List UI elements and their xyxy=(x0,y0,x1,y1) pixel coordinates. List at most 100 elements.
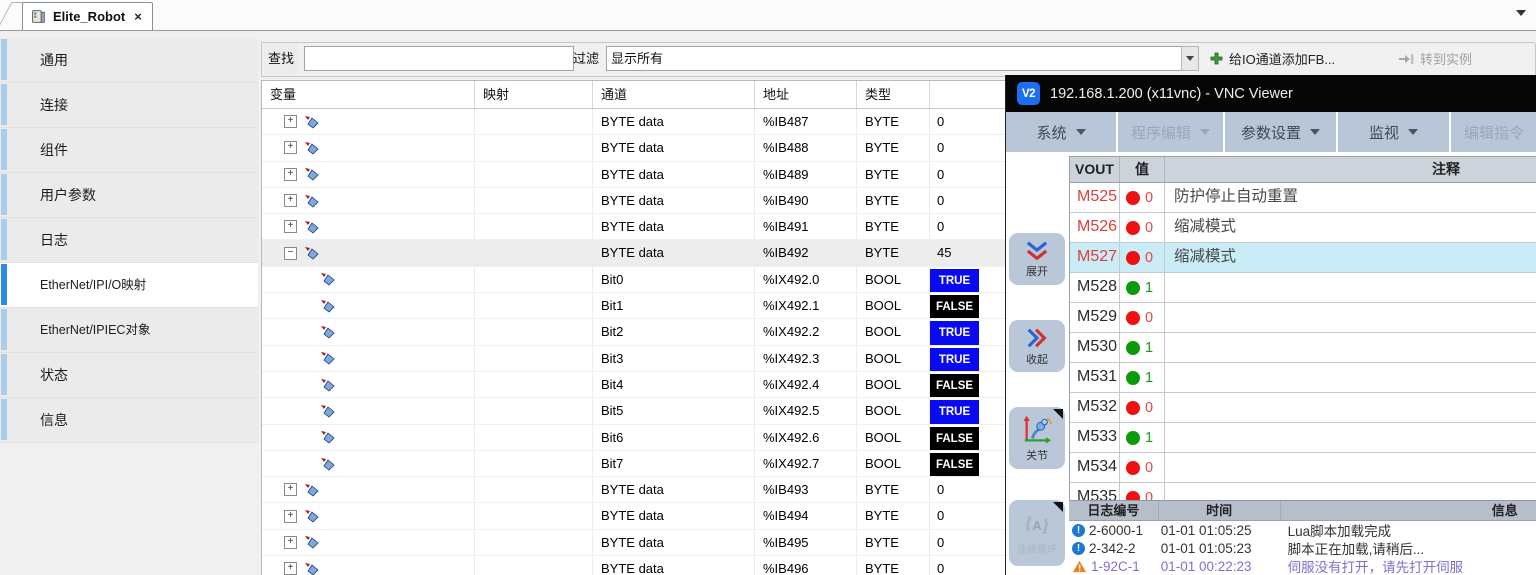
expand-toggle[interactable]: + xyxy=(284,115,297,128)
menu-monitor[interactable]: 监视 xyxy=(1338,112,1449,152)
sidebar-item-information[interactable]: 信息 xyxy=(0,398,258,443)
column-mapping[interactable]: 映射 xyxy=(475,81,593,108)
chevron-down-icon xyxy=(1076,129,1086,135)
robot-joint-icon xyxy=(1021,414,1053,446)
sidebar-item-log[interactable]: 日志 xyxy=(0,218,258,263)
menu-system[interactable]: 系统 xyxy=(1006,112,1116,152)
sidebar-item-components[interactable]: 组件 xyxy=(0,128,258,173)
value-indicator xyxy=(1126,311,1140,325)
log-row[interactable]: !2-6000-1 01-01 01:05:25 Lua脚本加载完成 xyxy=(1069,521,1536,539)
log-row[interactable]: !2-342-2 01-01 01:05:23 脚本正在加载,请稍后... xyxy=(1069,539,1536,557)
accent-strip xyxy=(1,219,7,260)
goto-instance-button[interactable]: 转到实例 xyxy=(1390,43,1480,74)
value-indicator xyxy=(1126,461,1140,475)
expand-toggle[interactable]: + xyxy=(284,510,297,523)
value-indicator xyxy=(1126,281,1140,295)
input-channel-icon xyxy=(303,194,319,208)
vout-row-selected[interactable]: M527 0 缩减模式 xyxy=(1070,243,1536,273)
expand-toggle[interactable]: + xyxy=(284,483,297,496)
tab-list-dropdown-icon[interactable] xyxy=(1516,10,1526,16)
sidebar-item-ethernetip-io-mapping[interactable]: EtherNet/IPI/O映射 xyxy=(0,263,258,308)
sidebar-item-connection[interactable]: 连接 xyxy=(0,83,258,128)
input-channel-icon xyxy=(319,404,335,418)
menu-edit-instruction[interactable]: 编辑指令 xyxy=(1451,112,1536,152)
sidebar-item-user-params[interactable]: 用户参数 xyxy=(0,173,258,218)
log-row-warning[interactable]: 1-92C-1 01-01 00:22:23 伺服没有打开，请先打开伺服 xyxy=(1069,557,1536,575)
channel-value: 0 xyxy=(930,140,944,155)
expand-toggle[interactable]: + xyxy=(284,141,297,154)
collapse-button[interactable]: 收起 xyxy=(1009,320,1065,372)
column-type[interactable]: 类型 xyxy=(857,81,930,108)
sidebar-item-general[interactable]: 通用 xyxy=(0,38,258,83)
chevron-down-icon xyxy=(1200,129,1210,135)
log-panel: 日志编号 时间 信息 !2-6000-1 01-01 01:05:25 Lua脚… xyxy=(1069,500,1536,575)
vout-row[interactable]: M525 0 防护停止自动重置 xyxy=(1070,183,1536,213)
sidebar-item-ethernetip-iec-objects[interactable]: EtherNet/IPIEC对象 xyxy=(0,308,258,353)
expand-toggle[interactable]: + xyxy=(284,220,297,233)
double-chevron-right-icon xyxy=(1025,326,1049,350)
input-channel-icon xyxy=(319,272,335,286)
input-channel-icon xyxy=(319,351,335,365)
vout-row[interactable]: M532 0 xyxy=(1070,393,1536,423)
plus-icon xyxy=(1210,52,1223,65)
filter-toolbar: 查找 过滤 显示所有 给IO通道添加FB... 转到实例 xyxy=(261,42,1536,77)
vout-row[interactable]: M526 0 缩减模式 xyxy=(1070,213,1536,243)
svg-text:A: A xyxy=(1032,518,1042,533)
filter-dropdown[interactable]: 显示所有 xyxy=(606,46,1188,71)
vout-row[interactable]: M533 1 xyxy=(1070,423,1536,453)
accent-strip xyxy=(1,39,7,80)
menu-parameter-settings[interactable]: 参数设置 xyxy=(1225,112,1336,152)
channel-value: 0 xyxy=(930,482,944,497)
accent-strip xyxy=(1,399,7,440)
expand-toggle[interactable]: + xyxy=(284,168,297,181)
vnc-title-bar[interactable]: V2 192.168.1.200 (x11vnc) - VNC Viewer xyxy=(1006,75,1536,112)
chevron-down-icon xyxy=(1408,129,1418,135)
input-channel-icon xyxy=(303,246,319,260)
expand-button[interactable]: 展开 xyxy=(1009,233,1065,285)
filter-dropdown-arrow-icon[interactable] xyxy=(1181,46,1199,71)
accent-strip xyxy=(1,174,7,215)
channel-value: 0 xyxy=(930,167,944,182)
menu-program-edit[interactable]: 程序编辑 xyxy=(1118,112,1223,152)
device-icon xyxy=(31,9,46,24)
channel-value: 0 xyxy=(930,219,944,234)
find-input[interactable] xyxy=(304,46,574,71)
bool-value-badge: TRUE xyxy=(930,269,979,292)
add-fb-button[interactable]: 给IO通道添加FB... xyxy=(1202,43,1343,74)
tab-close-icon[interactable]: × xyxy=(134,9,142,24)
bool-value-badge: FALSE xyxy=(930,295,979,318)
find-label: 查找 xyxy=(264,43,298,74)
cycle-arrows-icon: A xyxy=(1022,510,1052,540)
column-channel[interactable]: 通道 xyxy=(593,81,755,108)
input-channel-icon xyxy=(319,299,335,313)
vout-monitor-table: VOUT 值 注释 M525 0 防护停止自动重置 M526 0 缩减模式 M5… xyxy=(1069,156,1536,514)
input-channel-icon xyxy=(319,325,335,339)
vout-row[interactable]: M531 1 xyxy=(1070,363,1536,393)
expand-toggle[interactable]: + xyxy=(284,194,297,207)
vnc-window-title: 192.168.1.200 (x11vnc) - VNC Viewer xyxy=(1050,86,1293,102)
vout-row[interactable]: M530 1 xyxy=(1070,333,1536,363)
vout-row[interactable]: M529 0 xyxy=(1070,303,1536,333)
column-variable[interactable]: 变量 xyxy=(262,81,475,108)
input-channel-icon xyxy=(303,220,319,234)
collapse-toggle[interactable]: − xyxy=(284,247,297,260)
vout-row[interactable]: M528 1 xyxy=(1070,273,1536,303)
goto-arrow-icon xyxy=(1398,52,1414,66)
joint-mode-button[interactable]: 关节 xyxy=(1009,407,1065,469)
value-indicator xyxy=(1126,431,1140,445)
tab-elite-robot[interactable]: Elite_Robot × xyxy=(22,2,153,30)
expand-toggle[interactable]: + xyxy=(284,536,297,549)
expand-toggle[interactable]: + xyxy=(284,562,297,575)
device-editor-sidebar: 通用 连接 组件 用户参数 日志 EtherNet/IPI/O映射 EtherN… xyxy=(0,38,258,575)
accent-strip xyxy=(1,129,7,170)
vout-row[interactable]: M534 0 xyxy=(1070,453,1536,483)
channel-value: 0 xyxy=(930,561,944,575)
filter-label: 过滤 xyxy=(569,43,603,74)
bool-value-badge: FALSE xyxy=(930,374,979,397)
continuous-cycle-button[interactable]: A 连续循环 xyxy=(1009,500,1065,566)
sidebar-item-status[interactable]: 状态 xyxy=(0,353,258,398)
tab-title: Elite_Robot xyxy=(53,9,125,24)
accent-strip xyxy=(1,84,7,125)
channel-value: 0 xyxy=(930,535,944,550)
column-address[interactable]: 地址 xyxy=(755,81,857,108)
